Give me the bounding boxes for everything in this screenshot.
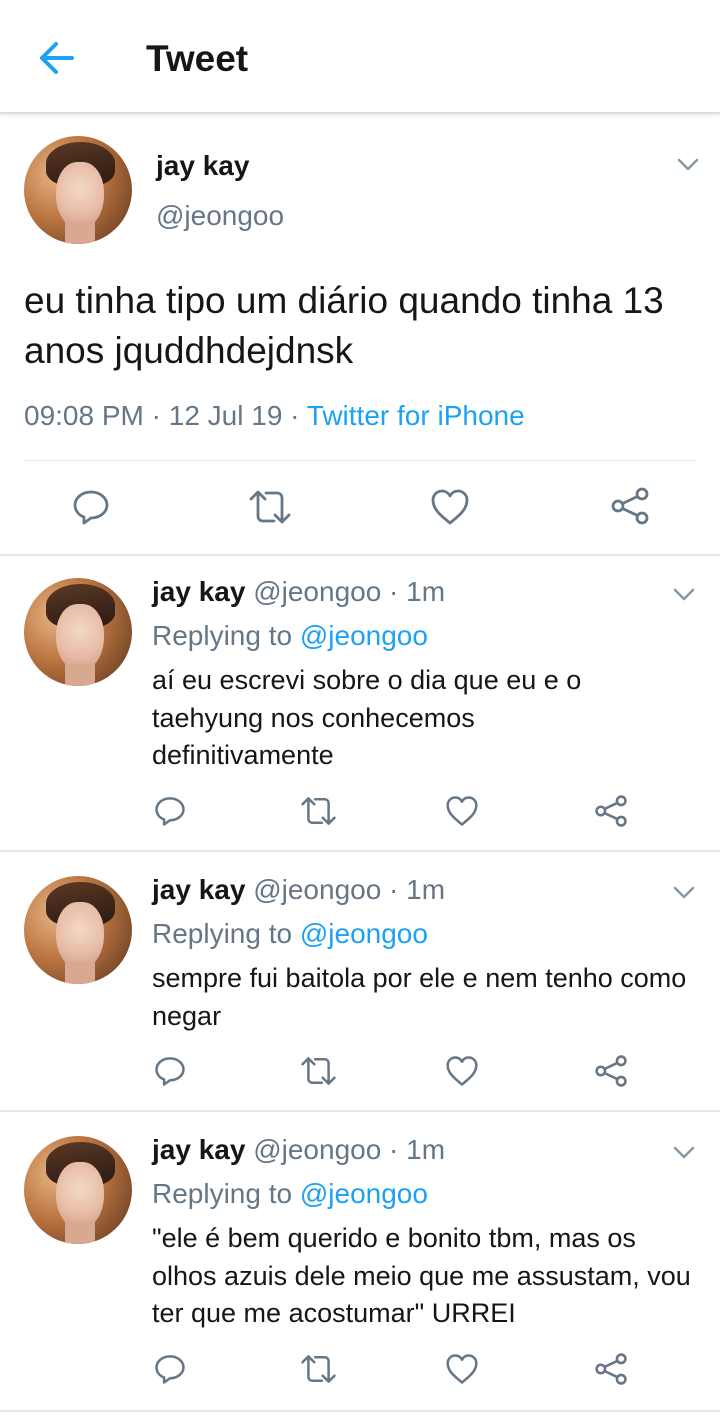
replying-to: Replying to @jeongoo: [152, 1178, 428, 1210]
reply-text: aí eu escrevi sobre o dia que eu e o tae…: [152, 665, 582, 770]
author-name[interactable]: jay kay: [152, 1134, 245, 1165]
retweet-icon[interactable]: [300, 795, 337, 827]
reply-icon[interactable]: [154, 1353, 186, 1385]
page-title: Tweet: [146, 38, 249, 79]
reply-icon[interactable]: [72, 488, 110, 526]
meta-separator: ·: [143, 400, 169, 431]
tweet-meta: 09:08 PM · 12 Jul 19 · Twitter for iPhon…: [24, 400, 525, 432]
reply-text: sempre fui baitola por ele e nem tenho c…: [152, 963, 687, 1031]
author-handle[interactable]: @jeongoo: [156, 200, 284, 232]
author-name[interactable]: jay kay: [156, 150, 249, 182]
like-icon[interactable]: [445, 1055, 479, 1087]
reply-text: "ele é bem querido e bonito tbm, mas os …: [152, 1223, 691, 1328]
share-icon[interactable]: [594, 1352, 628, 1386]
avatar[interactable]: [24, 876, 132, 984]
chevron-down-icon[interactable]: [673, 886, 695, 900]
replying-to: Replying to @jeongoo: [152, 620, 428, 652]
tweet-time: 09:08 PM: [24, 400, 144, 431]
tweet-date: 12 Jul 19: [168, 400, 283, 431]
replying-to: Replying to @jeongoo: [152, 918, 428, 950]
chevron-down-icon[interactable]: [673, 588, 695, 602]
like-icon[interactable]: [445, 1353, 479, 1385]
chevron-down-icon[interactable]: [677, 158, 699, 172]
avatar[interactable]: [24, 1136, 132, 1244]
reply-icon[interactable]: [154, 795, 186, 827]
mention-link[interactable]: @jeongoo: [300, 620, 428, 651]
author-handle-time: @jeongoo · 1m: [245, 874, 446, 905]
chevron-down-icon[interactable]: [673, 1146, 695, 1160]
avatar[interactable]: [24, 578, 132, 686]
tweet-text: eu tinha tipo um diário quando tinha 13 …: [24, 280, 664, 371]
author-handle-time: @jeongoo · 1m: [245, 1134, 446, 1165]
meta-separator: ·: [282, 400, 307, 431]
reply-header: jay kay @jeongoo · 1m: [152, 576, 445, 608]
retweet-icon[interactable]: [300, 1353, 337, 1385]
mention-link[interactable]: @jeongoo: [300, 1178, 428, 1209]
replying-prefix: Replying to: [152, 620, 300, 651]
back-arrow-icon[interactable]: [36, 40, 76, 76]
retweet-icon[interactable]: [300, 1055, 337, 1087]
top-app-bar: Tweet: [0, 0, 720, 114]
like-icon[interactable]: [445, 795, 479, 827]
author-name[interactable]: jay kay: [152, 874, 245, 905]
share-icon[interactable]: [610, 486, 650, 526]
retweet-icon[interactable]: [248, 488, 292, 526]
reply-header: jay kay @jeongoo · 1m: [152, 1134, 445, 1166]
avatar[interactable]: [24, 136, 132, 244]
replying-prefix: Replying to: [152, 1178, 300, 1209]
author-name[interactable]: jay kay: [152, 576, 245, 607]
share-icon[interactable]: [594, 1054, 628, 1088]
replying-prefix: Replying to: [152, 918, 300, 949]
tweet-source-link[interactable]: Twitter for iPhone: [307, 400, 525, 431]
mention-link[interactable]: @jeongoo: [300, 918, 428, 949]
share-icon[interactable]: [594, 794, 628, 828]
author-handle-time: @jeongoo · 1m: [245, 576, 446, 607]
like-icon[interactable]: [430, 488, 470, 526]
divider: [24, 460, 696, 461]
reply-header: jay kay @jeongoo · 1m: [152, 874, 445, 906]
reply-icon[interactable]: [154, 1055, 186, 1087]
